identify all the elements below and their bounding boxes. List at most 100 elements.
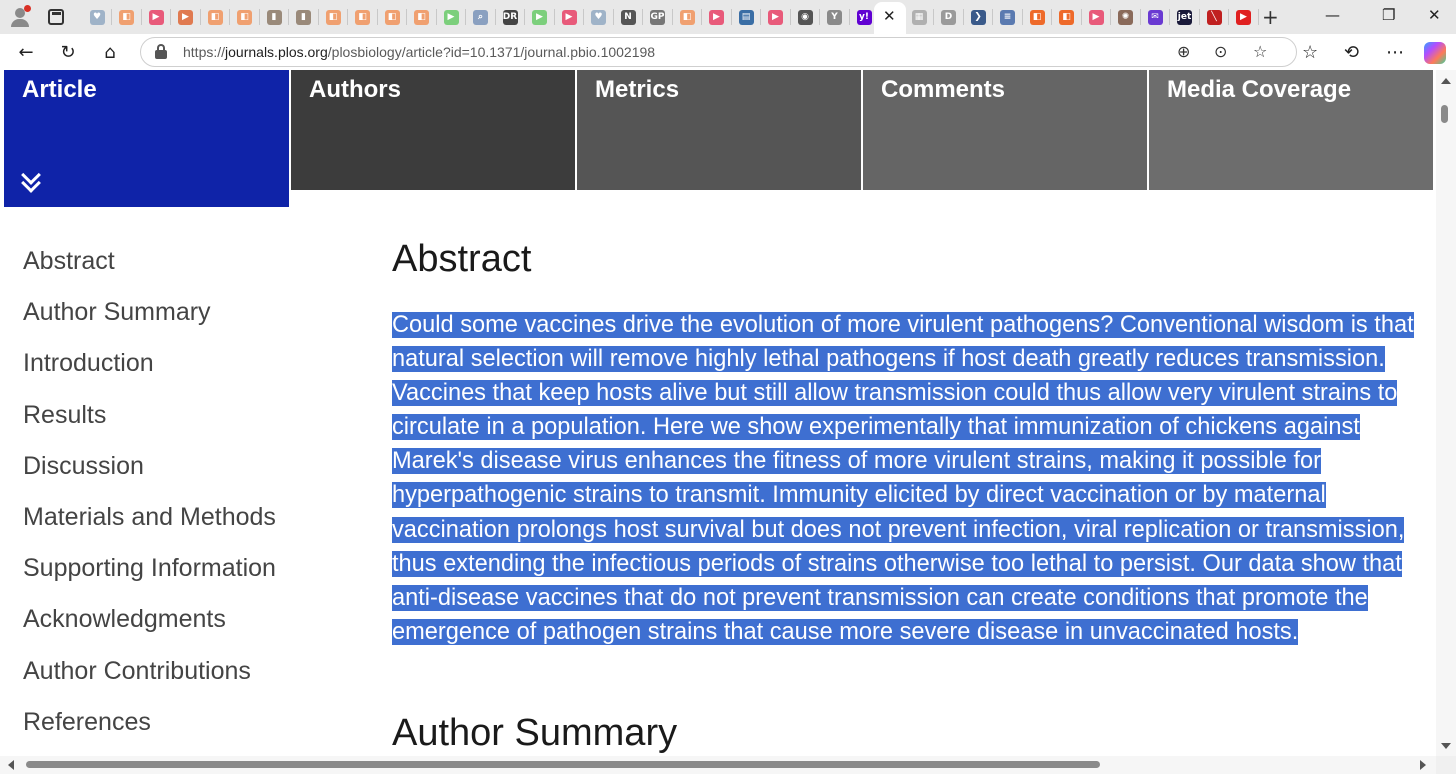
scroll-right-icon[interactable] xyxy=(1420,760,1426,770)
search-icon: ⌕ xyxy=(473,9,488,25)
close-tab-icon[interactable]: ✕ xyxy=(883,7,896,25)
browser-tab[interactable]: ▶ xyxy=(1233,6,1259,28)
tab-actions-icon[interactable] xyxy=(48,9,64,25)
browser-tab[interactable]: DR xyxy=(499,6,525,28)
browser-tab[interactable]: ▶ xyxy=(706,6,732,28)
browser-tab[interactable]: ◧ xyxy=(381,6,407,28)
history-icon[interactable]: ⟲ xyxy=(1344,42,1359,63)
extensions-menu-icon[interactable]: ⋯ xyxy=(1386,42,1404,63)
section-sidebar: Abstract Author Summary Introduction Res… xyxy=(23,244,276,756)
browser-tab[interactable]: ▶ xyxy=(175,6,201,28)
browser-tab[interactable]: ▦ xyxy=(908,6,934,28)
browser-tab[interactable]: N xyxy=(617,6,643,28)
article-main: Abstract Could some vaccines drive the e… xyxy=(392,234,1437,754)
browser-tab[interactable]: ◧ xyxy=(1026,6,1052,28)
browser-tab[interactable]: ◉ xyxy=(794,6,820,28)
url-text[interactable]: https://journals.plos.org/plosbiology/ar… xyxy=(183,44,655,60)
browser-tab[interactable]: ♥ xyxy=(86,6,112,28)
browser-tab[interactable]: ▶ xyxy=(529,6,555,28)
browser-tab[interactable]: ▶ xyxy=(145,6,171,28)
browser-tab[interactable]: Y xyxy=(824,6,850,28)
sidebar-item-results[interactable]: Results xyxy=(23,398,276,449)
copilot-icon[interactable] xyxy=(1424,42,1446,64)
horizontal-scroll-thumb[interactable] xyxy=(26,761,1100,768)
browser-tab[interactable]: ◧ xyxy=(1056,6,1082,28)
gp-icon: GP xyxy=(650,9,665,25)
browser-tab[interactable]: ▶ xyxy=(1085,6,1111,28)
browser-tab[interactable]: ╲ xyxy=(1203,6,1229,28)
restore-icon[interactable]: ❐ xyxy=(1382,6,1395,24)
bookmark-icon: ◧ xyxy=(355,9,370,25)
sidebar-item-author-contributions[interactable]: Author Contributions xyxy=(23,654,276,705)
browser-tab[interactable]: jet xyxy=(1174,6,1200,28)
new-tab-icon[interactable]: + xyxy=(1262,5,1279,29)
browser-tab[interactable]: ✉ xyxy=(1144,6,1170,28)
address-bar[interactable]: https://journals.plos.org/plosbiology/ar… xyxy=(140,37,1297,67)
tab-article[interactable]: Article xyxy=(4,70,289,207)
browser-tab[interactable]: ❯ xyxy=(967,6,993,28)
lock-icon[interactable] xyxy=(155,44,167,59)
selected-abstract-text[interactable]: Could some vaccines drive the evolution … xyxy=(392,312,1414,645)
browser-tab[interactable]: ◧ xyxy=(116,6,142,28)
browser-tab[interactable]: GP xyxy=(647,6,673,28)
favorites-icon[interactable]: ☆ xyxy=(1302,42,1318,63)
document-icon: ▤ xyxy=(738,9,754,25)
back-icon[interactable]: ← xyxy=(14,40,38,64)
browser-tab[interactable]: ▶ xyxy=(558,6,584,28)
browser-tab[interactable]: ◧ xyxy=(234,6,260,28)
more-options-icon[interactable]: ⊙ xyxy=(1214,42,1227,61)
scrollbar-corner xyxy=(1436,756,1456,774)
browser-tab[interactable]: ♥ xyxy=(588,6,614,28)
browser-tab[interactable]: ◧ xyxy=(352,6,378,28)
tab-metrics-label: Metrics xyxy=(595,76,680,103)
browser-tab[interactable]: ≡ xyxy=(997,6,1023,28)
sidebar-item-materials-and-methods[interactable]: Materials and Methods xyxy=(23,500,276,551)
tab-authors[interactable]: Authors xyxy=(291,70,575,190)
browser-tab[interactable]: ⌕ xyxy=(470,6,496,28)
bookmark-icon: ◧ xyxy=(414,9,429,25)
chevron-down-icon[interactable] xyxy=(20,168,40,190)
tab-media-coverage[interactable]: Media Coverage xyxy=(1149,70,1433,190)
sidebar-item-acknowledgments[interactable]: Acknowledgments xyxy=(23,602,276,653)
refresh-icon[interactable]: ↻ xyxy=(56,40,80,64)
profile-avatar-icon[interactable] xyxy=(8,5,32,29)
scroll-up-icon[interactable] xyxy=(1441,78,1451,84)
browser-tab[interactable]: D xyxy=(938,6,964,28)
browser-tab[interactable]: ✺ xyxy=(1115,6,1141,28)
heart-pulse-icon: ♥ xyxy=(591,9,606,25)
browser-tab[interactable]: ▶ xyxy=(765,6,791,28)
browser-tab[interactable]: ▮ xyxy=(293,6,319,28)
browser-tab[interactable]: ▤ xyxy=(735,6,761,28)
sidebar-item-author-summary[interactable]: Author Summary xyxy=(23,295,276,346)
abstract-paragraph[interactable]: Could some vaccines drive the evolution … xyxy=(392,308,1437,649)
browser-tab[interactable]: ◧ xyxy=(411,6,437,28)
tab-comments[interactable]: Comments xyxy=(863,70,1147,190)
sidebar-item-references[interactable]: References xyxy=(23,705,276,756)
vertical-scrollbar[interactable] xyxy=(1436,70,1456,760)
sidebar-item-supporting-information[interactable]: Supporting Information xyxy=(23,551,276,602)
browser-tab[interactable]: ◧ xyxy=(204,6,230,28)
sidebar-item-introduction[interactable]: Introduction xyxy=(23,346,276,397)
window-close-icon[interactable]: ✕ xyxy=(1428,6,1441,24)
browser-tab[interactable]: y! xyxy=(853,6,879,28)
home-icon[interactable]: ⌂ xyxy=(98,40,122,64)
tab-metrics[interactable]: Metrics xyxy=(577,70,861,190)
sidebar-item-discussion[interactable]: Discussion xyxy=(23,449,276,500)
browser-tab[interactable]: ▮ xyxy=(263,6,289,28)
scroll-left-icon[interactable] xyxy=(8,760,14,770)
minimize-icon[interactable]: — xyxy=(1325,6,1340,24)
browser-tab-strip: ♥ ◧ ▶ ▶ ◧ ◧ ▮ ▮ ◧ ◧ ◧ ◧ ▶ ⌕ DR ▶ ▶ ♥ N GP ◧ ▶ ▤ ▶ ◉ Yy! ✕ ▦ D ❯ ≡ ◧ ◧ ▶… xyxy=(0,0,1456,34)
youtube-red-icon: ▶ xyxy=(1236,9,1251,25)
active-tab[interactable]: ✕ xyxy=(874,2,906,34)
scroll-down-icon[interactable] xyxy=(1441,743,1451,749)
favorite-star-icon[interactable]: ☆ xyxy=(1253,42,1267,61)
horizontal-scrollbar[interactable] xyxy=(0,756,1436,774)
zoom-icon[interactable]: ⊕ xyxy=(1177,42,1190,61)
bookmark-icon: ◧ xyxy=(237,9,252,25)
browser-tab[interactable]: ◧ xyxy=(676,6,702,28)
sidebar-item-abstract[interactable]: Abstract xyxy=(23,244,276,295)
circle-icon: ◉ xyxy=(797,9,813,25)
browser-tab[interactable]: ◧ xyxy=(322,6,348,28)
browser-tab[interactable]: ▶ xyxy=(440,6,466,28)
vertical-scroll-thumb[interactable] xyxy=(1441,105,1448,123)
